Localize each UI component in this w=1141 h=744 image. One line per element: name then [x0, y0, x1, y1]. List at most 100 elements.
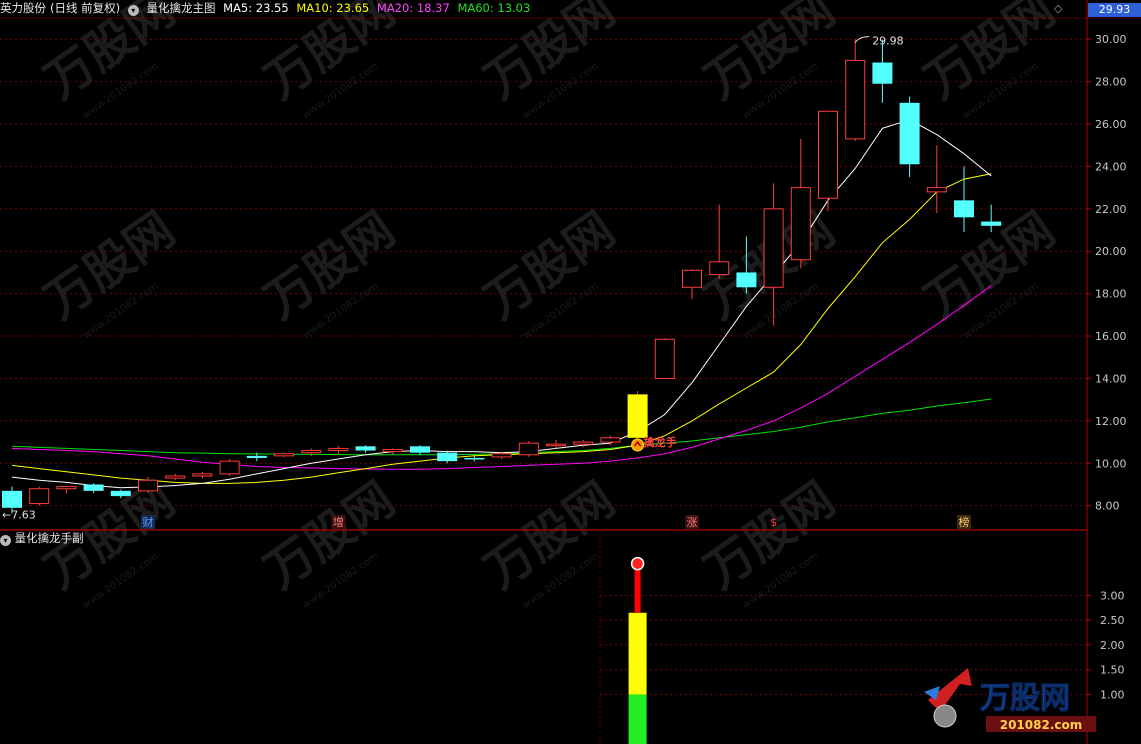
candle-up: [627, 391, 648, 439]
ma60-line: [11, 398, 992, 456]
candle-body: [491, 453, 512, 458]
event-marker: $: [770, 516, 777, 529]
candle-body: [954, 200, 974, 218]
candle-up: [518, 441, 539, 457]
candle-up: [926, 145, 947, 214]
sub-y-tick-label: 3.00: [1100, 589, 1125, 602]
sub-bar-top-icon: [630, 556, 645, 571]
candle-up: [192, 471, 213, 479]
ma60-value: 13.03: [497, 1, 531, 15]
watermark-brand: 万股网: [35, 201, 185, 329]
candle-body: [410, 446, 430, 453]
candle-up: [219, 459, 240, 476]
chart-header: 英力股份 (日线 前复权) ▾ 量化擒龙主图 MA5: 23.55 MA10: 2…: [0, 0, 534, 17]
candle-up: [328, 446, 349, 454]
diamond-icon[interactable]: ◇: [1054, 2, 1062, 15]
candle-body: [654, 338, 675, 379]
candle-up: [654, 338, 675, 379]
event-marker: 榜: [959, 515, 970, 529]
candle-body: [246, 455, 267, 458]
ma10-readout: MA10: 23.65: [296, 1, 369, 15]
sub-y-tick-label: 2.00: [1100, 639, 1125, 652]
candle-body: [573, 441, 594, 445]
candle-down: [954, 166, 974, 233]
ma5-value: 23.55: [255, 1, 289, 15]
sub-panel-header: ▾ 量化擒龙手副: [0, 530, 84, 546]
candle-body-signal: [627, 394, 648, 438]
candle-body: [818, 110, 838, 199]
sub-bar-yellow: [628, 612, 647, 695]
candle-body: [981, 221, 1002, 226]
ma10-label: MA10:: [296, 1, 333, 15]
candle-body: [328, 447, 349, 452]
logo-url-text: 201082.com: [1000, 718, 1083, 732]
candle-body: [600, 437, 621, 443]
chevron-down-icon[interactable]: ▾: [0, 535, 11, 546]
ma20-value: 18.37: [416, 1, 450, 15]
y-tick-label: 12.00: [1095, 415, 1127, 428]
candle-up: [165, 473, 186, 481]
watermark-brand: 万股网: [915, 201, 1065, 329]
candle-body: [83, 484, 104, 491]
candle-body: [138, 479, 158, 492]
sub-y-tick-label: 1.50: [1100, 664, 1125, 677]
indicator-name[interactable]: 量化擒龙主图: [146, 1, 215, 15]
candle-body: [464, 457, 485, 460]
chart-stage: 万股网www.201082.com 万股网www.201082.com 万股网www…: [0, 0, 1141, 744]
candle-body: [899, 102, 920, 165]
y-tick-label: 28.00: [1095, 76, 1127, 89]
ma60-label: MA60:: [457, 1, 494, 15]
stock-name: 英力股份: [0, 1, 46, 15]
candle-body: [274, 453, 294, 457]
candle-up: [382, 448, 403, 455]
y-tick-label: 20.00: [1095, 245, 1127, 258]
candle-body: [845, 59, 866, 140]
candle-up: [709, 204, 730, 279]
signal-label: 擒龙手: [644, 435, 677, 449]
candle-down: [872, 39, 893, 103]
candle-body: [709, 261, 730, 276]
y-tick-label: 14.00: [1095, 372, 1127, 385]
sub-indicator-bar: [628, 556, 647, 744]
sub-y-tick-label: 1.00: [1100, 688, 1125, 701]
sub-bar-green: [628, 694, 647, 744]
period-label: (日线 前复权): [50, 1, 121, 15]
candle-body: [165, 475, 186, 479]
candle-body: [110, 490, 131, 497]
candle-up: [790, 138, 811, 269]
candle-body: [926, 187, 947, 193]
ma5-readout: MA5: 23.55: [223, 1, 289, 15]
candle-body: [682, 269, 702, 288]
ma60-readout: MA60: 13.03: [457, 1, 530, 15]
y-tick-label: 10.00: [1095, 457, 1127, 470]
candle-up: [682, 269, 702, 299]
y-tick-label: 22.00: [1095, 203, 1127, 216]
candle-up: [845, 39, 866, 141]
candle-down: [899, 96, 920, 178]
ma5-label: MA5:: [223, 1, 253, 15]
candle-body: [382, 448, 403, 453]
candle-body: [872, 62, 893, 84]
watermark-brand: 万股网: [475, 471, 625, 599]
high-price-pointer: [854, 36, 870, 43]
sub-panel-title[interactable]: 量化擒龙手副: [15, 531, 84, 545]
candle-up: [56, 485, 77, 493]
candle-body: [2, 490, 22, 508]
candle-down: [355, 445, 376, 453]
sub-y-tick-label: 2.50: [1100, 614, 1125, 627]
watermark-brand: 万股网: [695, 471, 845, 599]
candle-down: [83, 483, 104, 493]
y-tick-label: 24.00: [1095, 160, 1127, 173]
event-marker: 增: [333, 515, 344, 529]
chevron-down-icon[interactable]: ▾: [127, 5, 139, 16]
candle-body: [437, 452, 458, 462]
candle-body: [355, 446, 376, 451]
brand-logo: 万股网 201082.com: [924, 668, 1096, 732]
high-price-label: 29.98: [872, 35, 904, 48]
candle-body: [29, 488, 50, 505]
candle-body: [192, 473, 213, 477]
watermark-brand: 万股网: [255, 471, 405, 599]
watermark-layer: 万股网www.201082.com 万股网www.201082.com 万股网www…: [35, 0, 1065, 611]
y-tick-label: 18.00: [1095, 288, 1127, 301]
watermark-brand: 万股网: [255, 201, 405, 329]
